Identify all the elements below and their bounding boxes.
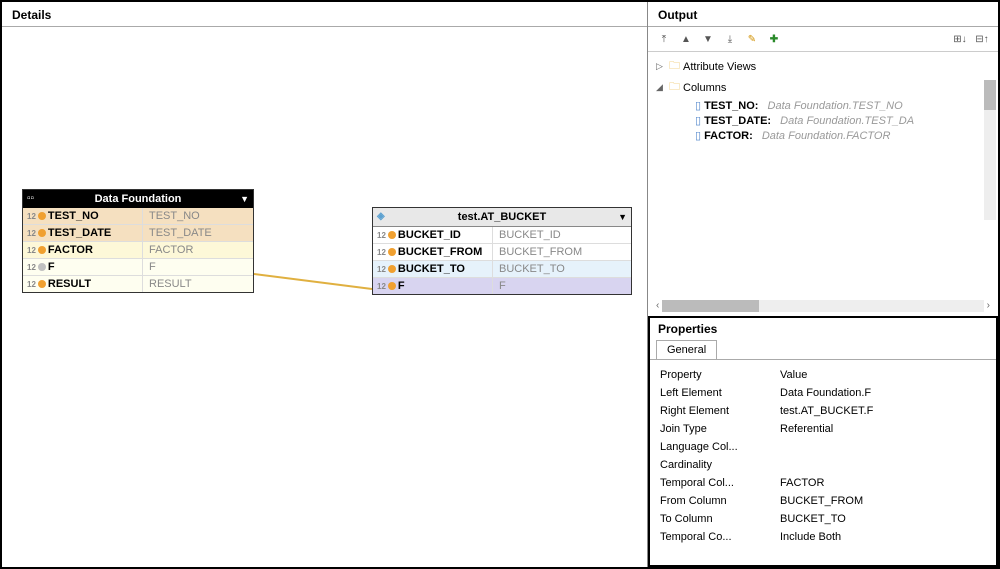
tree-item-columns[interactable]: ◢ 🗀 Columns [656,77,990,98]
scroll-left-button[interactable]: ‹ [656,300,659,311]
node-row[interactable]: 12F F [23,259,253,276]
vertical-scrollbar[interactable] [984,80,996,220]
collapse-all-button[interactable]: ⊟↑ [974,31,990,47]
details-panel: Details ▫▫ Data Foundation ▼ 12TEST_NO T… [2,2,648,567]
column-dot-icon [388,248,396,256]
property-row[interactable]: Right Element test.AT_BUCKET.F [660,402,986,420]
expand-all-button[interactable]: ⊞↓ [952,31,968,47]
property-row[interactable]: From Column BUCKET_FROM [660,492,986,510]
move-top-button[interactable]: ⤒ [656,31,672,47]
properties-tabstrip: General [650,340,996,360]
tree-column-item[interactable]: ▯ TEST_DATE: Data Foundation.TEST_DA [656,113,990,128]
column-icon: ▯ [695,114,701,127]
column-dot-icon [388,265,396,273]
property-row[interactable]: Left Element Data Foundation.F [660,384,986,402]
edit-button[interactable]: ✎ [744,31,760,47]
add-button[interactable]: ✚ [766,31,782,47]
node-title: Data Foundation [95,193,182,205]
tab-general[interactable]: General [656,340,717,359]
scroll-right-button[interactable]: › [987,300,990,311]
column-dot-icon [38,229,46,237]
output-tree[interactable]: ▷ 🗀 Attribute Views ◢ 🗀 Columns ▯ TEST_N… [648,52,998,212]
properties-pane: Properties General Property Value Left E… [648,316,998,568]
column-dot-icon [38,280,46,288]
expander-icon[interactable]: ▷ [656,61,666,72]
properties-title: Properties [650,318,996,340]
column-dot-icon [388,282,396,290]
details-title: Details [2,2,647,27]
property-row[interactable]: Join Type Referential [660,420,986,438]
output-toolbar: ⤒ ▲ ▼ ⤓ ✎ ✚ ⊞↓ ⊟↑ [648,27,998,52]
column-icon: ▯ [695,129,701,142]
expander-icon[interactable]: ◢ [656,82,666,93]
move-down-button[interactable]: ▼ [700,31,716,47]
column-icon: ▯ [695,99,701,112]
folder-icon: 🗀 [669,78,680,97]
node-row[interactable]: 12RESULT RESULT [23,276,253,292]
node-header[interactable]: ◈ test.AT_BUCKET ▼ [373,208,631,227]
column-dot-icon [388,231,396,239]
cube-icon: ◈ [377,211,385,222]
property-row[interactable]: Temporal Col... FACTOR [660,474,986,492]
move-bottom-button[interactable]: ⤓ [722,31,738,47]
node-icon: ▫▫ [27,193,34,204]
tree-column-item[interactable]: ▯ FACTOR: Data Foundation.FACTOR [656,128,990,143]
node-title: test.AT_BUCKET [458,211,546,223]
property-row[interactable]: Temporal Co... Include Both [660,528,986,546]
scrollbar-thumb[interactable] [984,80,996,110]
dropdown-arrow-icon[interactable]: ▼ [240,194,249,204]
move-up-button[interactable]: ▲ [678,31,694,47]
properties-table: Property Value Left Element Data Foundat… [650,360,996,552]
column-dot-icon [38,263,46,271]
right-panel: Output ⤒ ▲ ▼ ⤓ ✎ ✚ ⊞↓ ⊟↑ ▷ 🗀 Attribute V… [648,2,998,567]
property-row[interactable]: Cardinality [660,456,986,474]
node-at-bucket[interactable]: ◈ test.AT_BUCKET ▼ 12BUCKET_ID BUCKET_ID… [372,207,632,295]
node-data-foundation[interactable]: ▫▫ Data Foundation ▼ 12TEST_NO TEST_NO 1… [22,189,254,293]
horizontal-scroll-area: ‹ › [648,300,998,316]
node-header[interactable]: ▫▫ Data Foundation ▼ [23,190,253,208]
col-header-value: Value [780,369,986,381]
property-row[interactable]: To Column BUCKET_TO [660,510,986,528]
dropdown-arrow-icon[interactable]: ▼ [618,212,627,222]
scrollbar-thumb[interactable] [662,300,758,312]
app-root: Details ▫▫ Data Foundation ▼ 12TEST_NO T… [0,0,1000,569]
node-row[interactable]: 12F F [373,278,631,294]
node-row[interactable]: 12TEST_DATE TEST_DATE [23,225,253,242]
column-dot-icon [38,246,46,254]
node-row[interactable]: 12BUCKET_ID BUCKET_ID [373,227,631,244]
output-body: ▷ 🗀 Attribute Views ◢ 🗀 Columns ▯ TEST_N… [648,52,998,300]
folder-icon: 🗀 [669,57,680,76]
output-title: Output [648,2,998,27]
node-row[interactable]: 12BUCKET_FROM BUCKET_FROM [373,244,631,261]
diagram-canvas[interactable]: ▫▫ Data Foundation ▼ 12TEST_NO TEST_NO 1… [2,27,647,567]
column-dot-icon [38,212,46,220]
properties-header-row: Property Value [660,366,986,384]
property-row[interactable]: Language Col... [660,438,986,456]
tree-item-attribute-views[interactable]: ▷ 🗀 Attribute Views [656,56,990,77]
horizontal-scrollbar[interactable] [662,300,983,312]
col-header-property: Property [660,369,780,381]
node-row[interactable]: 12TEST_NO TEST_NO [23,208,253,225]
tree-column-item[interactable]: ▯ TEST_NO: Data Foundation.TEST_NO [656,98,990,113]
node-row[interactable]: 12BUCKET_TO BUCKET_TO [373,261,631,278]
node-row[interactable]: 12FACTOR FACTOR [23,242,253,259]
